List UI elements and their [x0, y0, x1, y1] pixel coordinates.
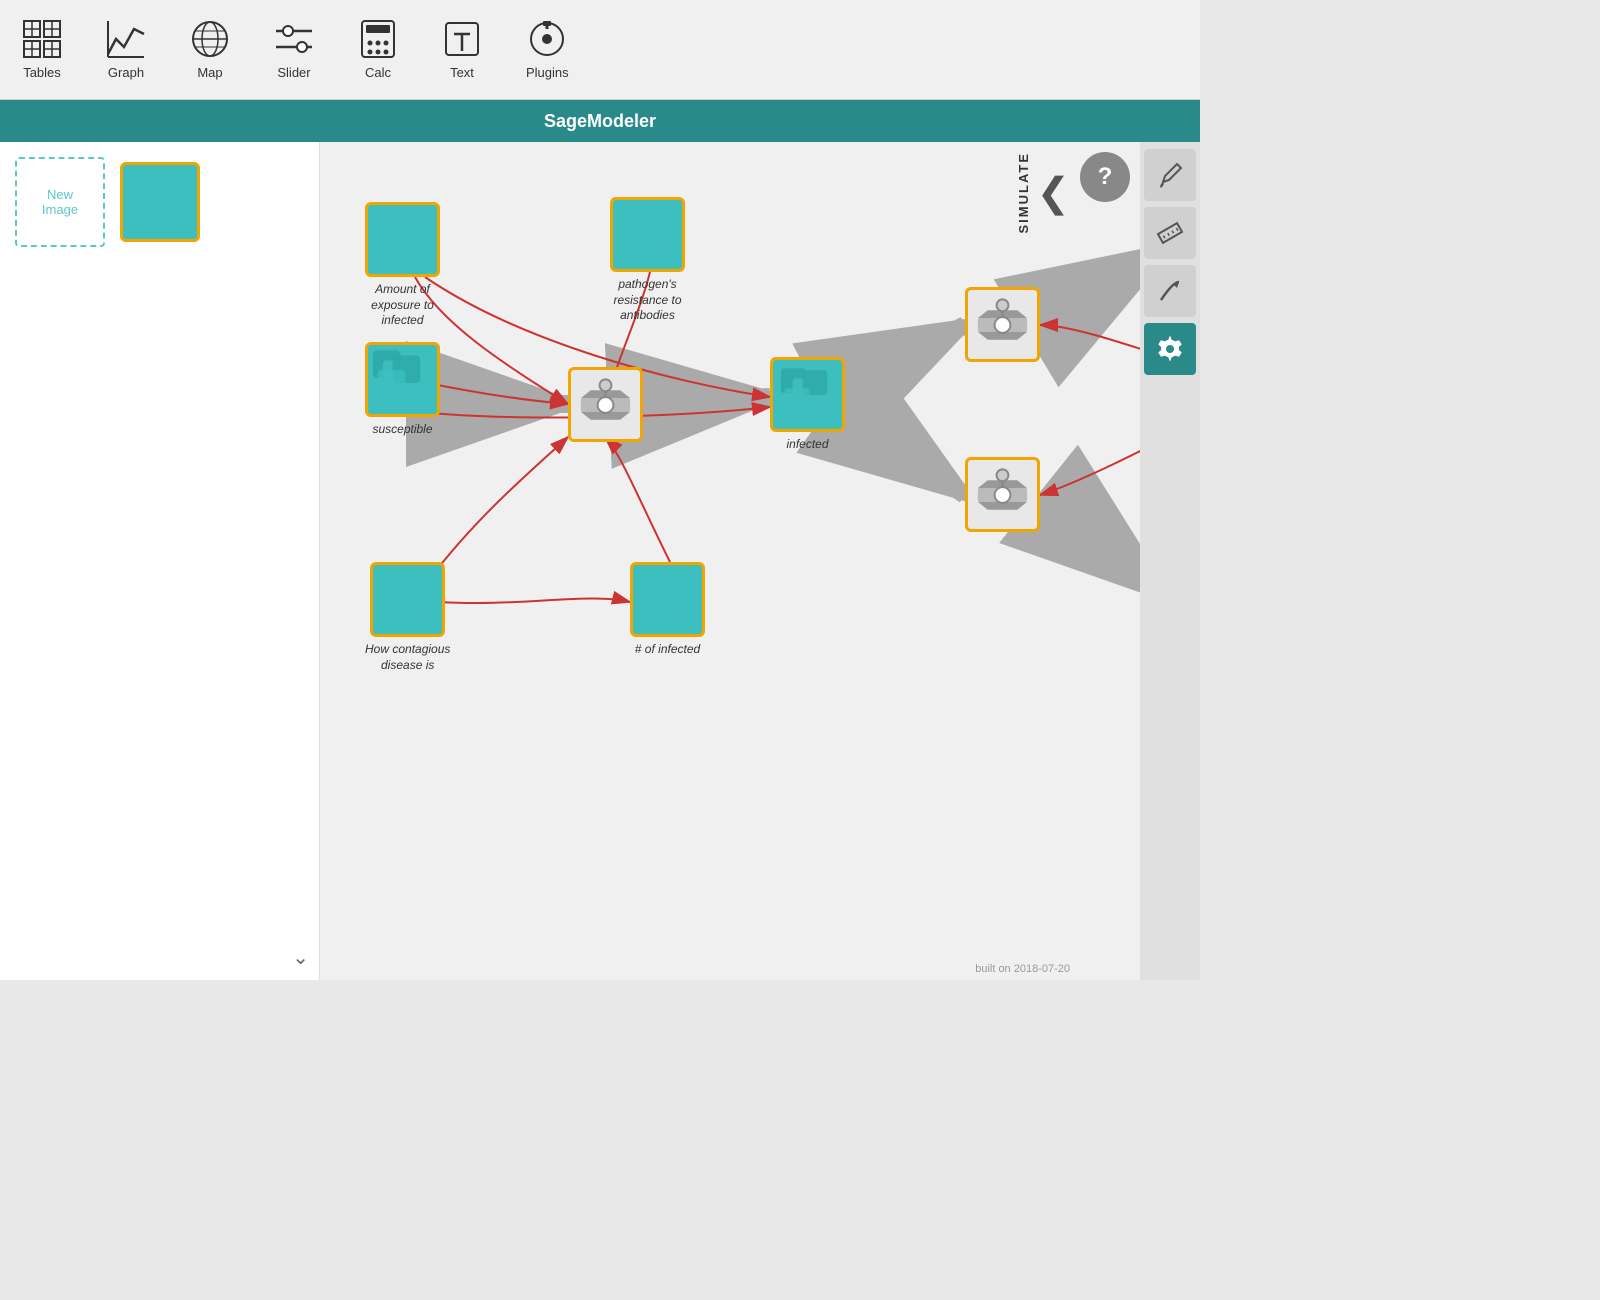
ruler-tool[interactable] — [1144, 207, 1196, 259]
gear-icon — [1155, 334, 1185, 364]
node-box-valve1 — [568, 367, 643, 442]
right-toolbar — [1140, 142, 1200, 980]
node-palette: NewImage ⌄ — [0, 142, 320, 980]
tables-icon — [22, 19, 62, 59]
top-toolbar: Tables Graph Map Slider — [0, 0, 1200, 100]
plugins-icon — [527, 19, 567, 59]
ruler-icon — [1155, 218, 1185, 248]
simulate-label: SIMULATE — [1016, 152, 1031, 233]
node-how-contagious[interactable]: How contagiousdisease is — [365, 562, 450, 673]
node-valve2[interactable] — [965, 287, 1040, 362]
text-label: Text — [450, 65, 474, 80]
node-susceptible[interactable]: susceptible — [365, 342, 440, 438]
build-date: built on 2018-07-20 — [975, 963, 1070, 975]
tables-label: Tables — [23, 65, 61, 80]
model-canvas[interactable]: SIMULATE ❮ ? — [320, 142, 1140, 980]
toolbar-graph[interactable]: Graph — [94, 11, 158, 88]
plugins-label: Plugins — [526, 65, 569, 80]
node-box-num-infected — [630, 562, 705, 637]
node-label-how-contagious: How contagiousdisease is — [365, 642, 450, 673]
node-box-valve3 — [965, 457, 1040, 532]
palette-collapse-button[interactable]: ⌄ — [292, 945, 309, 970]
node-amount-exposure[interactable]: Amount ofexposure toinfected — [365, 202, 440, 329]
node-box-infected — [770, 357, 845, 432]
paint-brush-icon — [1155, 160, 1185, 190]
toolbar-plugins[interactable]: Plugins — [514, 11, 581, 88]
node-box-how-contagious — [370, 562, 445, 637]
help-label: ? — [1098, 163, 1113, 191]
simulate-button[interactable]: SIMULATE ❮ — [1016, 152, 1070, 233]
text-icon — [442, 19, 482, 59]
node-box-amount-exposure — [365, 202, 440, 277]
new-image-button[interactable]: NewImage — [15, 157, 105, 247]
calc-label: Calc — [365, 65, 391, 80]
arrow-tool-icon — [1155, 276, 1185, 306]
arrow-tool[interactable] — [1144, 265, 1196, 317]
app-title: SageModeler — [544, 111, 656, 132]
map-icon — [190, 19, 230, 59]
palette-node-teal[interactable] — [120, 162, 200, 242]
content-area: NewImage ⌄ SIMULATE ❮ ? — [0, 142, 1200, 980]
node-infected[interactable]: infected — [770, 357, 845, 453]
toolbar-slider[interactable]: Slider — [262, 11, 326, 88]
node-pathogens-resistance[interactable]: pathogen'sresistance toantibodies — [610, 197, 685, 324]
paint-brush-tool[interactable] — [1144, 149, 1196, 201]
simulate-chevron-icon: ❮ — [1036, 173, 1070, 213]
node-label-num-infected: # of infected — [635, 642, 700, 658]
slider-icon — [274, 19, 314, 59]
node-label-susceptible: susceptible — [372, 422, 432, 438]
calc-icon — [358, 19, 398, 59]
title-bar: SageModeler — [0, 100, 1200, 142]
node-num-infected[interactable]: # of infected — [630, 562, 705, 658]
arrows-overlay — [320, 142, 1140, 980]
node-label-infected: infected — [786, 437, 828, 453]
node-box-pathogens-resistance — [610, 197, 685, 272]
help-button[interactable]: ? — [1080, 152, 1130, 202]
slider-label: Slider — [277, 65, 310, 80]
palette-items: NewImage — [15, 157, 200, 247]
graph-icon — [106, 19, 146, 59]
node-valve3[interactable] — [965, 457, 1040, 532]
node-label-pathogens-resistance: pathogen'sresistance toantibodies — [613, 277, 681, 324]
graph-label: Graph — [108, 65, 144, 80]
node-label-amount-exposure: Amount ofexposure toinfected — [371, 282, 434, 329]
node-box-valve2 — [965, 287, 1040, 362]
gear-tool[interactable] — [1144, 323, 1196, 375]
node-valve1[interactable] — [568, 367, 643, 442]
map-label: Map — [197, 65, 222, 80]
node-box-susceptible — [365, 342, 440, 417]
toolbar-calc[interactable]: Calc — [346, 11, 410, 88]
toolbar-tables[interactable]: Tables — [10, 11, 74, 88]
new-image-label: NewImage — [42, 187, 78, 217]
chevron-down-icon: ⌄ — [292, 947, 309, 969]
toolbar-map[interactable]: Map — [178, 11, 242, 88]
toolbar-text[interactable]: Text — [430, 11, 494, 88]
